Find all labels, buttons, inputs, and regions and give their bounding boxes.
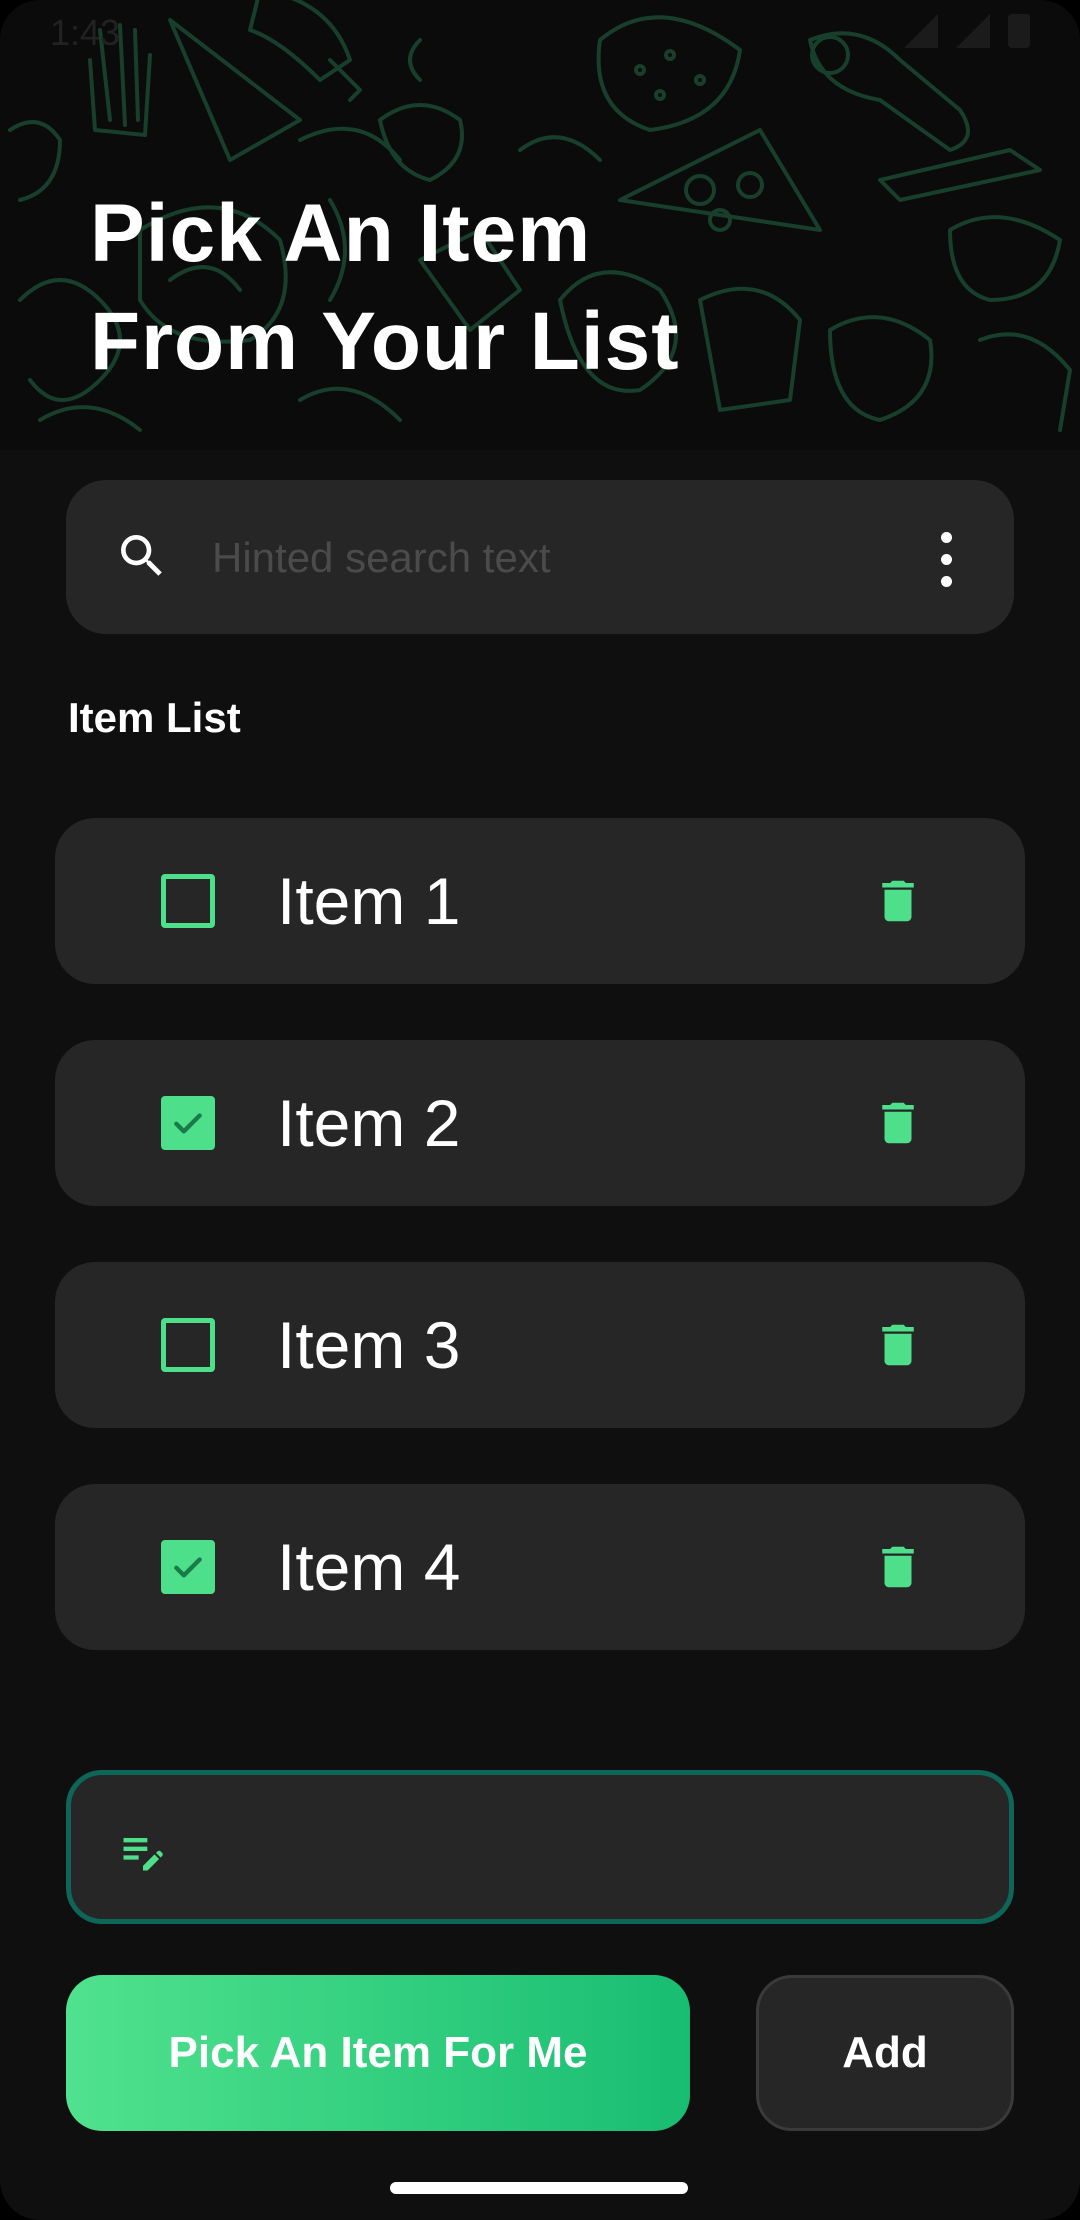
signal-icon [956,14,990,48]
delete-icon[interactable] [871,1540,925,1599]
page-title-line-2: From Your List [90,296,680,387]
item-label: Item 1 [277,864,461,938]
list-item[interactable]: Item 3 [55,1262,1025,1428]
search-input[interactable] [210,524,894,592]
status-icons [904,14,1030,48]
item-label: Item 4 [277,1530,461,1604]
list-item[interactable]: Item 2 [55,1040,1025,1206]
delete-icon[interactable] [871,1318,925,1377]
new-item-field[interactable] [66,1770,1014,1924]
battery-icon [1008,14,1030,48]
wifi-icon [904,14,938,48]
item-list-heading: Item List [68,694,241,741]
search-bar[interactable] [66,480,1014,634]
status-bar: 1:43 [0,0,1080,64]
item-checkbox[interactable] [161,1540,215,1594]
more-dot [940,554,952,565]
new-item-input[interactable] [201,1815,965,1883]
more-dot [940,576,952,587]
status-time: 1:43 [50,12,121,53]
search-icon[interactable] [114,528,170,589]
item-label: Item 2 [277,1086,461,1160]
list-item[interactable]: Item 4 [55,1484,1025,1650]
delete-icon[interactable] [871,1096,925,1155]
more-vert-icon[interactable] [936,532,956,587]
delete-icon[interactable] [871,874,925,933]
item-label: Item 3 [277,1308,461,1382]
more-dot [940,532,952,543]
item-checkbox[interactable] [161,1318,215,1372]
header-banner: 1:43 Pick An Item From Your List [0,0,1080,450]
home-indicator[interactable] [390,2182,688,2194]
page-title: Pick An Item From Your List [90,180,680,396]
add-button[interactable]: Add [756,1975,1014,2131]
check-icon [174,1557,202,1578]
page-title-line-1: Pick An Item [90,188,592,279]
pick-item-button[interactable]: Pick An Item For Me [66,1975,690,2131]
list-item[interactable]: Item 1 [55,818,1025,984]
edit-note-icon [117,1825,169,1882]
item-checkbox[interactable] [161,1096,215,1150]
app-screen: 1:43 Pick An Item From Your List Item Li… [0,0,1080,2220]
item-checkbox[interactable] [161,874,215,928]
check-icon [174,1113,202,1134]
